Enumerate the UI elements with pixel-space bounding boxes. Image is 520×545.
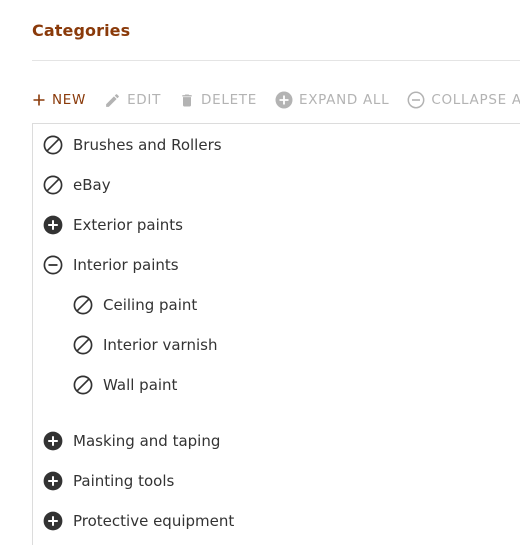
tree-item-ebay[interactable]: eBay (43, 175, 111, 195)
edit-button[interactable]: EDIT (104, 92, 161, 109)
expand-all-button[interactable]: EXPAND ALL (275, 91, 389, 109)
pencil-icon (104, 92, 121, 109)
no-children-icon (43, 135, 63, 155)
no-children-icon (73, 295, 93, 315)
tree-item-label: Wall paint (103, 376, 178, 394)
plus-icon (32, 93, 46, 107)
collapse-all-button-label: COLLAPSE ALL (431, 92, 520, 108)
delete-button-label: DELETE (201, 92, 257, 108)
tree-item-label: Protective equipment (73, 512, 235, 530)
new-button-label: NEW (52, 92, 87, 108)
tree-item-interior-varnish[interactable]: Interior varnish (73, 335, 217, 355)
collapse-minus-icon[interactable] (43, 255, 63, 275)
tree-item-label: Interior paints (73, 256, 179, 274)
tree-item-masking-and-taping[interactable]: Masking and taping (43, 431, 220, 451)
trash-icon (179, 92, 195, 109)
no-children-icon (43, 175, 63, 195)
category-tree: Brushes and Rollers eBay Exterior paints… (32, 123, 520, 545)
new-button[interactable]: NEW (32, 92, 86, 108)
tree-item-painting-tools[interactable]: Painting tools (43, 471, 174, 491)
tree-item-label: Ceiling paint (103, 296, 198, 314)
tree-item-label: Painting tools (73, 472, 175, 490)
tree-item-protective-equipment[interactable]: Protective equipment (43, 511, 234, 531)
tree-item-wall-paint[interactable]: Wall paint (73, 375, 177, 395)
expand-plus-icon[interactable] (43, 511, 63, 531)
no-children-icon (73, 335, 93, 355)
expand-plus-icon[interactable] (43, 215, 63, 235)
page-title: Categories (32, 21, 131, 40)
no-children-icon (73, 375, 93, 395)
tree-item-label: eBay (73, 176, 111, 194)
tree-item-label: Brushes and Rollers (73, 136, 222, 154)
collapse-all-button[interactable]: COLLAPSE ALL (407, 91, 520, 109)
tree-item-exterior-paints[interactable]: Exterior paints (43, 215, 183, 235)
expand-all-button-label: EXPAND ALL (298, 92, 390, 108)
expand-plus-icon[interactable] (43, 471, 63, 491)
tree-item-label: Interior varnish (103, 336, 218, 354)
expand-plus-icon[interactable] (43, 431, 63, 451)
collapse-all-icon (407, 91, 425, 109)
edit-button-label: EDIT (127, 92, 162, 108)
tree-item-brushes-and-rollers[interactable]: Brushes and Rollers (43, 135, 222, 155)
delete-button[interactable]: DELETE (179, 92, 257, 109)
tree-item-interior-paints[interactable]: Interior paints (43, 255, 179, 275)
expand-all-icon (275, 91, 293, 109)
tree-item-label: Masking and taping (73, 432, 221, 450)
tree-item-label: Exterior paints (73, 216, 183, 234)
tree-item-ceiling-paint[interactable]: Ceiling paint (73, 295, 197, 315)
toolbar: NEW EDIT DELETE EXPAND ALL COLLAPSE ALL (32, 86, 520, 114)
header-divider (32, 60, 520, 61)
